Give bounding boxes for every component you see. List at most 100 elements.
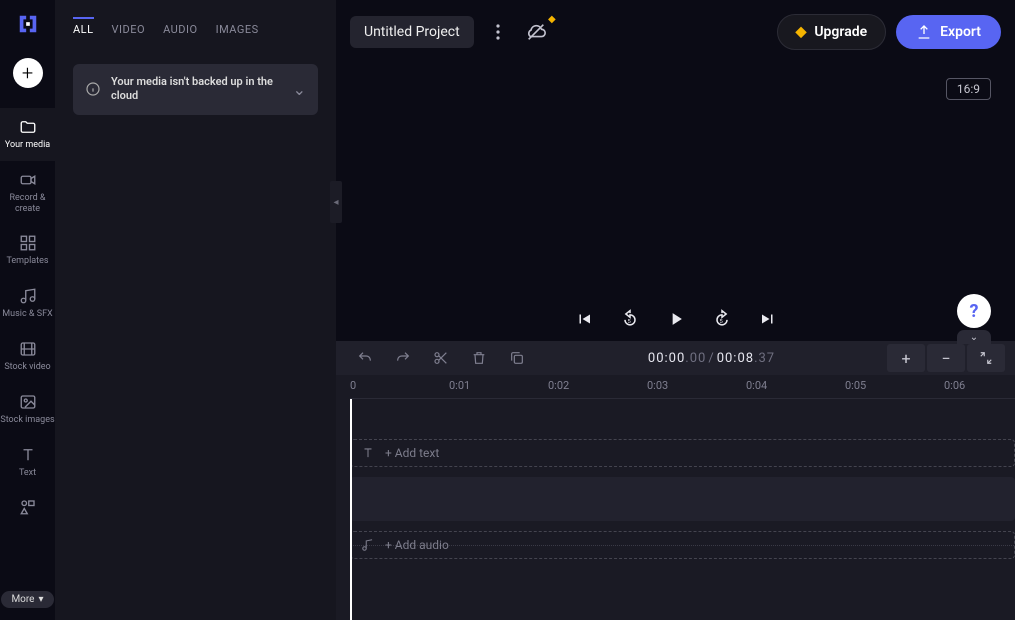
rail-more-shapes[interactable]	[0, 488, 55, 516]
current-time: 00:00	[648, 351, 685, 366]
shapes-icon	[19, 498, 37, 516]
rail-text[interactable]: Text	[0, 436, 55, 489]
export-label: Export	[940, 24, 981, 40]
video-track[interactable]	[350, 477, 1015, 521]
tab-images[interactable]: IMAGES	[216, 19, 259, 40]
redo-icon	[395, 350, 411, 366]
text-track[interactable]: + Add text	[350, 439, 1015, 467]
media-tabs: ALL VIDEO AUDIO IMAGES	[55, 0, 336, 48]
ruler-tick: 0:03	[647, 379, 668, 392]
rail-stock-video[interactable]: Stock video	[0, 330, 55, 383]
music-note-icon	[19, 287, 37, 305]
rail-music-sfx[interactable]: Music & SFX	[0, 277, 55, 330]
rewind-5-button[interactable]: 5	[617, 306, 643, 332]
chevron-down-icon: ⌄	[293, 80, 306, 99]
folder-icon	[19, 118, 37, 136]
camera-icon	[19, 171, 37, 189]
image-icon	[19, 393, 37, 411]
upgrade-label: Upgrade	[814, 24, 867, 40]
scissors-icon	[433, 350, 449, 366]
clipchamp-logo-icon	[17, 13, 39, 35]
delete-button[interactable]	[460, 341, 498, 375]
ruler-tick: 0:04	[746, 379, 767, 392]
rail-stock-images[interactable]: Stock images	[0, 383, 55, 436]
split-button[interactable]	[422, 341, 460, 375]
export-button[interactable]: Export	[896, 15, 1001, 49]
forward-5-button[interactable]: 5	[709, 306, 735, 332]
info-icon	[85, 81, 101, 97]
tab-audio[interactable]: AUDIO	[163, 19, 198, 40]
skip-previous-icon	[575, 310, 593, 328]
rail-record-create[interactable]: Record & create	[0, 161, 55, 225]
music-note-icon	[361, 538, 375, 552]
add-button[interactable]: +	[13, 58, 43, 88]
undo-icon	[357, 350, 373, 366]
playhead[interactable]	[350, 399, 352, 620]
redo-button[interactable]	[384, 341, 422, 375]
text-t-icon	[361, 446, 375, 460]
more-button[interactable]: More ▾	[1, 591, 53, 608]
ruler-tick: 0:02	[548, 379, 569, 392]
notice-text: Your media isn't backed up in the cloud	[111, 75, 283, 104]
rail-templates[interactable]: Templates	[0, 224, 55, 277]
playback-controls: 5 5	[336, 306, 1015, 332]
timeline-toolbar: 00:00.00/00:08.37 + −	[336, 341, 1015, 375]
collapse-panel-handle[interactable]: ◂	[330, 181, 342, 223]
tab-all[interactable]: ALL	[73, 17, 94, 40]
app-logo[interactable]	[0, 0, 55, 48]
tab-video[interactable]: VIDEO	[112, 19, 146, 40]
add-audio-label: + Add audio	[385, 538, 449, 552]
topbar: Untitled Project ◆ ◆ Upgrade Export	[336, 0, 1015, 64]
total-time-frac: .37	[754, 351, 775, 366]
ruler-tick: 0:06	[944, 379, 965, 392]
audio-track[interactable]: + Add audio	[350, 531, 1015, 559]
ruler-tick: 0	[350, 379, 356, 392]
timeline-tracks[interactable]: + Add text + Add audio	[350, 399, 1015, 620]
add-text-label: + Add text	[385, 446, 439, 460]
media-panel: ALL VIDEO AUDIO IMAGES Your media isn't …	[55, 0, 336, 620]
rail-label: Record & create	[0, 193, 55, 215]
zoom-in-button[interactable]: +	[887, 344, 925, 372]
forward-5-icon: 5	[712, 309, 732, 329]
rail-label: Text	[19, 468, 36, 479]
rail-your-media[interactable]: Your media	[0, 108, 55, 161]
plus-icon: +	[901, 349, 910, 368]
play-button[interactable]	[663, 306, 689, 332]
project-title[interactable]: Untitled Project	[350, 16, 474, 48]
gem-icon: ◆	[796, 24, 807, 40]
ruler-tick: 0:05	[845, 379, 866, 392]
duplicate-button[interactable]	[498, 341, 536, 375]
rail-label: Stock video	[4, 362, 50, 373]
project-menu-button[interactable]	[484, 18, 512, 46]
rail-label: Your media	[5, 140, 50, 151]
timeline-ruler[interactable]: 0 0:01 0:02 0:03 0:04 0:05 0:06	[350, 375, 1015, 399]
duplicate-icon	[509, 350, 525, 366]
trash-icon	[471, 350, 487, 366]
preview-collapse-button[interactable]: ⌄	[957, 330, 991, 344]
zoom-out-button[interactable]: −	[927, 344, 965, 372]
rail-label: Templates	[6, 256, 48, 267]
timeline: 00:00.00/00:08.37 + − 0 0:01 0:02 0:03 0…	[336, 340, 1015, 620]
kebab-icon	[496, 24, 500, 40]
rail-label: Music & SFX	[2, 309, 52, 320]
minus-icon: −	[941, 349, 950, 368]
timecode-display: 00:00.00/00:08.37	[536, 351, 887, 366]
upgrade-button[interactable]: ◆ Upgrade	[777, 14, 887, 50]
zoom-controls: + −	[887, 344, 1005, 372]
zoom-fit-button[interactable]	[967, 344, 1005, 372]
preview-area: ◂ 16:9 ? ⌄ 5 5	[336, 64, 1015, 340]
undo-button[interactable]	[346, 341, 384, 375]
text-t-icon	[19, 446, 37, 464]
rail-label: Stock images	[0, 415, 54, 426]
skip-start-button[interactable]	[571, 306, 597, 332]
cloud-off-icon	[525, 21, 547, 43]
total-time: 00:08	[717, 351, 754, 366]
upload-icon	[916, 24, 932, 40]
chevron-down-icon: ▾	[39, 594, 44, 605]
aspect-ratio-button[interactable]: 16:9	[946, 78, 991, 100]
backup-notice[interactable]: Your media isn't backed up in the cloud …	[73, 64, 318, 115]
more-label: More	[11, 594, 34, 605]
cloud-sync-button[interactable]: ◆	[522, 18, 550, 46]
skip-end-button[interactable]	[755, 306, 781, 332]
ruler-tick: 0:01	[449, 379, 470, 392]
